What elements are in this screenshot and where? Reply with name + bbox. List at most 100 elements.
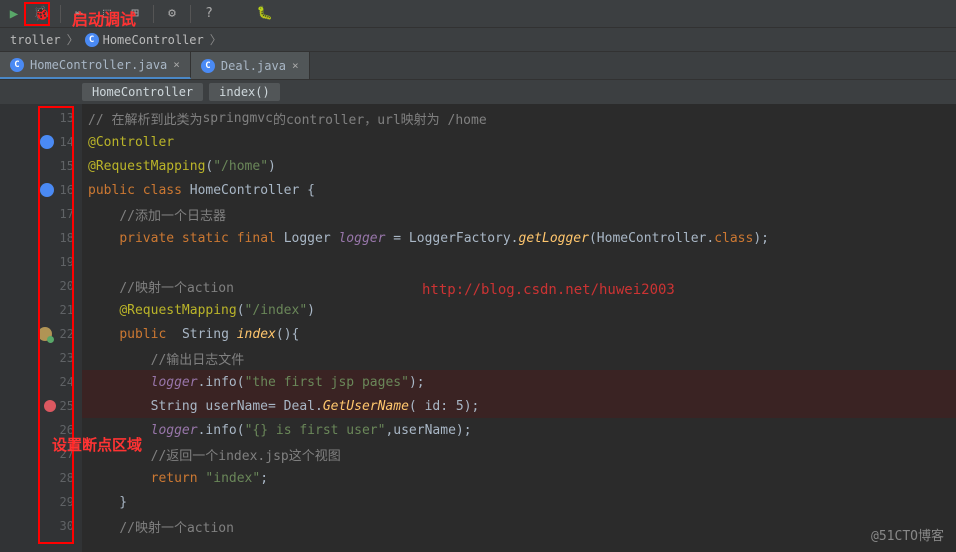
code-token: "index" bbox=[205, 471, 260, 486]
code-token: //输出日志文件 bbox=[151, 349, 245, 368]
navigation-breadcrumb: troller 〉 C HomeController 〉 bbox=[0, 28, 956, 52]
code-token: ( bbox=[409, 399, 425, 414]
toolbar-action-4[interactable]: ⚙ bbox=[162, 4, 182, 24]
code-line[interactable]: @RequestMapping("/index") bbox=[82, 298, 956, 322]
code-token: String userName= Deal. bbox=[88, 399, 323, 414]
code-token: //返回一个index.jsp这个视图 bbox=[151, 445, 341, 464]
class-marker-icon bbox=[40, 135, 54, 149]
help-icon[interactable]: ? bbox=[199, 4, 219, 24]
code-area[interactable]: http://blog.csdn.net/huwei2003 // 在解析到此类… bbox=[82, 104, 956, 552]
gutter-line[interactable]: 23 bbox=[0, 346, 82, 370]
code-line[interactable] bbox=[82, 250, 956, 274]
editor-tabbar: C HomeController.java × C Deal.java × bbox=[0, 52, 956, 80]
gutter-line[interactable]: 16 bbox=[0, 178, 82, 202]
breadcrumb-label: HomeController bbox=[103, 33, 204, 47]
code-token: .info( bbox=[198, 423, 245, 438]
gutter-line[interactable]: 26 bbox=[0, 418, 82, 442]
code-line[interactable]: public String index(){ bbox=[82, 322, 956, 346]
gutter-line[interactable]: 15 bbox=[0, 154, 82, 178]
gutter-line[interactable]: 24 bbox=[0, 370, 82, 394]
code-token: //映射一个action bbox=[119, 277, 234, 296]
method-marker-icon bbox=[38, 327, 52, 341]
gutter-line[interactable]: 22 bbox=[0, 322, 82, 346]
breadcrumb-separator: 〉 bbox=[210, 31, 222, 48]
code-line[interactable]: //映射一个action bbox=[82, 514, 956, 538]
gutter-line[interactable]: 18 bbox=[0, 226, 82, 250]
class-marker-icon bbox=[40, 183, 54, 197]
breadcrumb-method[interactable]: index() bbox=[209, 83, 280, 101]
code-token: .info( bbox=[198, 375, 245, 390]
gutter-line[interactable]: 29 bbox=[0, 490, 82, 514]
gutter-line[interactable]: 17 bbox=[0, 202, 82, 226]
breadcrumb-item[interactable]: C HomeController bbox=[81, 33, 208, 47]
code-token: (){ bbox=[276, 327, 299, 342]
tab-label: HomeController.java bbox=[30, 58, 167, 72]
gutter-line[interactable]: 30 bbox=[0, 514, 82, 538]
code-line[interactable]: //返回一个index.jsp这个视图 bbox=[82, 442, 956, 466]
code-line[interactable]: //映射一个action bbox=[82, 274, 956, 298]
code-line[interactable]: } bbox=[82, 490, 956, 514]
code-line[interactable]: //添加一个日志器 bbox=[82, 202, 956, 226]
code-token: // 在解析到此类为 bbox=[88, 109, 202, 128]
code-line[interactable]: return "index"; bbox=[82, 466, 956, 490]
toolbar-action-1[interactable]: ⇤ bbox=[69, 4, 89, 24]
code-token bbox=[88, 327, 119, 342]
code-line[interactable]: @RequestMapping("/home") bbox=[82, 154, 956, 178]
breakpoint-icon[interactable] bbox=[44, 400, 56, 412]
close-icon[interactable]: × bbox=[292, 59, 299, 72]
code-token: ,userName); bbox=[385, 423, 471, 438]
code-token: (HomeController. bbox=[589, 231, 714, 246]
run-icon[interactable]: ▶ bbox=[4, 4, 24, 24]
close-icon[interactable]: × bbox=[173, 58, 180, 71]
code-token: @RequestMapping bbox=[88, 159, 205, 174]
code-line[interactable]: String userName= Deal.GetUserName( id: 5… bbox=[82, 394, 956, 418]
code-token bbox=[88, 375, 151, 390]
gutter-line[interactable]: 20 bbox=[0, 274, 82, 298]
tab-homecontroller[interactable]: C HomeController.java × bbox=[0, 52, 191, 79]
code-token: "the first jsp pages" bbox=[245, 375, 409, 390]
code-token: String bbox=[182, 327, 237, 342]
code-token: GetUserName bbox=[323, 399, 409, 414]
code-token: index bbox=[237, 327, 276, 342]
gutter-line[interactable]: 13 bbox=[0, 106, 82, 130]
code-token: logger bbox=[151, 423, 198, 438]
code-line[interactable]: @Controller bbox=[82, 130, 956, 154]
breadcrumb-item[interactable]: troller bbox=[6, 33, 65, 47]
code-token bbox=[88, 351, 151, 366]
code-token bbox=[88, 279, 119, 294]
breadcrumb-class[interactable]: HomeController bbox=[82, 83, 203, 101]
code-line[interactable]: private static final Logger logger = Log… bbox=[82, 226, 956, 250]
main-toolbar: ▶ 🐞 ⇤ ⬚ ⊞ ⚙ ? 🐛 bbox=[0, 0, 956, 28]
code-token: ); bbox=[409, 375, 425, 390]
debug-icon[interactable]: 🐞 bbox=[32, 4, 52, 24]
toolbar-action-5[interactable]: 🐛 bbox=[255, 4, 275, 24]
toolbar-action-3[interactable]: ⊞ bbox=[125, 4, 145, 24]
tab-label: Deal.java bbox=[221, 59, 286, 73]
code-token: HomeController { bbox=[190, 183, 315, 198]
tab-deal[interactable]: C Deal.java × bbox=[191, 52, 310, 79]
code-token: 的controller，url映射为 /home bbox=[273, 109, 487, 128]
breadcrumb-separator: 〉 bbox=[67, 31, 79, 48]
code-token: springmvc bbox=[202, 111, 272, 126]
code-token: "/index" bbox=[245, 303, 308, 318]
code-line[interactable]: // 在解析到此类为springmvc的controller，url映射为 /h… bbox=[82, 106, 956, 130]
code-line[interactable]: logger.info("the first jsp pages"); bbox=[82, 370, 956, 394]
code-line[interactable]: logger.info("{} is first user",userName)… bbox=[82, 418, 956, 442]
code-token: @RequestMapping bbox=[119, 303, 236, 318]
code-line[interactable]: public class HomeController { bbox=[82, 178, 956, 202]
gutter-line[interactable]: 21 bbox=[0, 298, 82, 322]
gutter-line[interactable]: 28 bbox=[0, 466, 82, 490]
code-token: = LoggerFactory. bbox=[385, 231, 518, 246]
code-token bbox=[88, 207, 119, 222]
gutter-line[interactable]: 25 bbox=[0, 394, 82, 418]
code-line[interactable]: //输出日志文件 bbox=[82, 346, 956, 370]
code-token: public class bbox=[88, 183, 190, 198]
gutter-line[interactable]: 19 bbox=[0, 250, 82, 274]
gutter-line[interactable]: 14 bbox=[0, 130, 82, 154]
toolbar-separator bbox=[60, 5, 61, 23]
gutter-line[interactable]: 27 bbox=[0, 442, 82, 466]
editor-gutter[interactable]: 131415161718192021222324252627282930 bbox=[0, 104, 82, 552]
toolbar-action-2[interactable]: ⬚ bbox=[97, 4, 117, 24]
code-token: logger bbox=[151, 375, 198, 390]
code-token bbox=[88, 303, 119, 318]
